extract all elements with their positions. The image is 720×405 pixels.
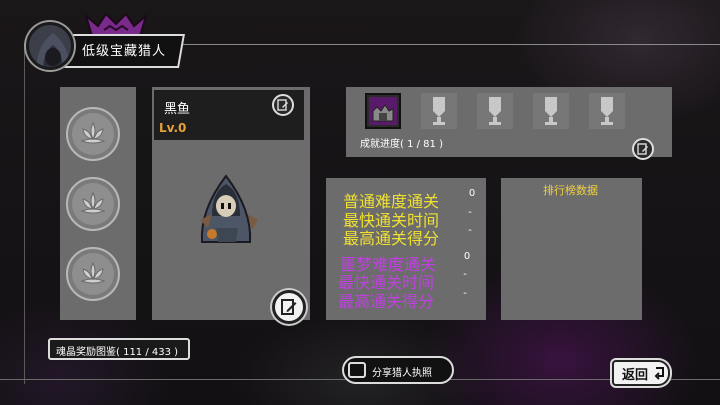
lotus-icon xyxy=(80,261,106,284)
achievement-slot-5[interactable] xyxy=(589,93,625,129)
return-arrow-icon xyxy=(654,367,664,380)
locked-sword-icon xyxy=(545,97,557,125)
normal-fastest-value: - xyxy=(468,207,472,218)
achievement-slot-4[interactable] xyxy=(533,93,569,129)
achievement-slot-2[interactable] xyxy=(421,93,457,129)
nightmare-score-label: 最高通关得分 xyxy=(338,292,435,311)
edit-achievements-button[interactable] xyxy=(632,138,654,160)
lotus-icon xyxy=(80,191,106,214)
hooded-hunter-character xyxy=(200,174,258,243)
normal-score-label: 最高通关得分 xyxy=(343,229,440,248)
pencil-icon xyxy=(281,299,297,315)
share-icon xyxy=(348,362,366,378)
frame-line-left xyxy=(24,44,25,384)
nightmare-fastest-value: - xyxy=(463,269,467,280)
skill-slot-2[interactable] xyxy=(66,177,120,231)
edit-card-button[interactable] xyxy=(272,290,306,324)
pencil-icon xyxy=(277,99,288,111)
skill-slot-1[interactable] xyxy=(66,107,120,161)
locked-sword-icon xyxy=(489,97,501,125)
leaderboard-title: 排行榜数据 xyxy=(543,184,598,197)
achievement-unlocked-icon xyxy=(369,97,397,125)
nightmare-clear-value: 0 xyxy=(463,251,471,262)
normal-clear-value: 0 xyxy=(468,188,476,199)
achievement-slot-3[interactable] xyxy=(477,93,513,129)
back-label: 返回 xyxy=(622,368,649,383)
achievement-progress: 成就进度( 1 / 81 ) xyxy=(360,139,443,150)
locked-sword-icon xyxy=(601,97,613,125)
player-avatar[interactable] xyxy=(26,22,74,70)
lotus-icon xyxy=(80,121,106,144)
pencil-icon xyxy=(637,143,648,155)
normal-score-value: - xyxy=(468,225,472,236)
character-name: 黑鱼 xyxy=(164,102,191,117)
edit-name-button[interactable] xyxy=(272,94,294,116)
character-level: Lv.0 xyxy=(159,121,187,135)
leaderboard-panel xyxy=(501,178,642,320)
achievement-slot-1[interactable] xyxy=(365,93,401,129)
share-license-label: 分享猎人执照 xyxy=(372,368,432,379)
hunter-title: 低级宝藏猎人 xyxy=(82,44,167,59)
skill-slot-3[interactable] xyxy=(66,247,120,301)
locked-sword-icon xyxy=(433,97,445,125)
nightmare-score-value: - xyxy=(463,288,467,299)
soul-crystal-catalog-label: 魂晶奖励图鉴( 111 / 433 ) xyxy=(56,347,179,358)
